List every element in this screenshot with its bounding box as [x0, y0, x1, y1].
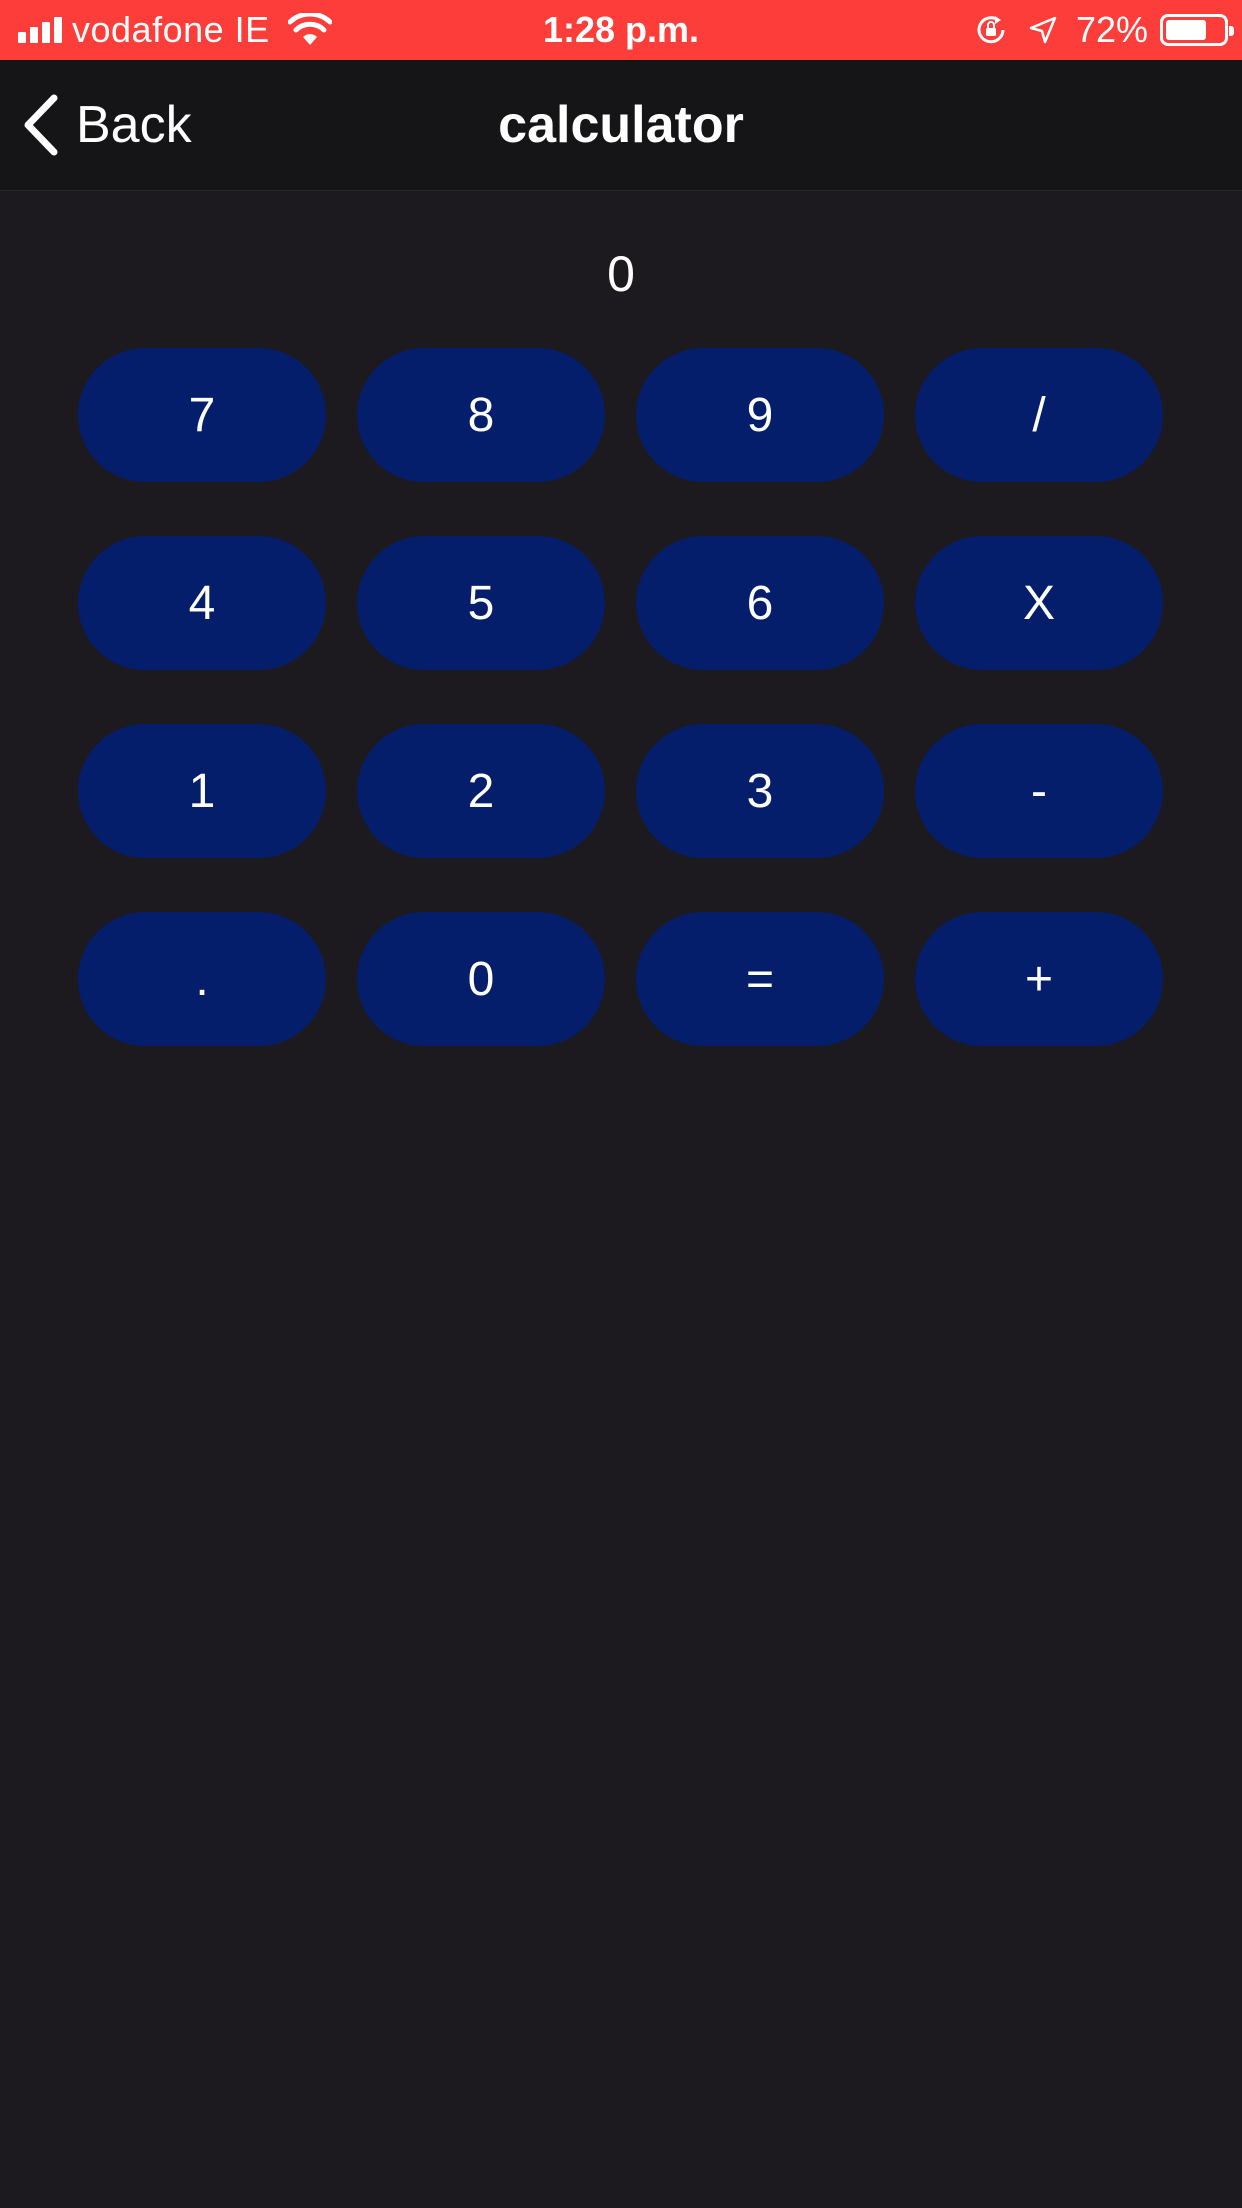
- key-8-button[interactable]: 8: [357, 348, 605, 482]
- battery-percent: 72%: [1075, 9, 1148, 50]
- battery-level: [1166, 20, 1206, 40]
- key-9-button[interactable]: 9: [636, 348, 884, 482]
- key-1-button[interactable]: 1: [78, 724, 326, 858]
- battery-nub: [1229, 26, 1234, 36]
- key-3-button[interactable]: 3: [636, 724, 884, 858]
- back-label: Back: [76, 96, 192, 154]
- key-equals-button[interactable]: =: [636, 912, 884, 1046]
- battery-icon: [1160, 14, 1234, 46]
- location-arrow-icon: [1029, 16, 1057, 44]
- key-4-button[interactable]: 4: [78, 536, 326, 670]
- keypad: 7 8 9/ 4 5 6 X 1 2 3-. 0 = +: [78, 348, 1164, 1046]
- navigation-bar: calculator Back: [0, 60, 1242, 191]
- back-button[interactable]: Back: [20, 60, 192, 190]
- key-5-button[interactable]: 5: [357, 536, 605, 670]
- key-7-button[interactable]: 7: [78, 348, 326, 482]
- key-subtract-button[interactable]: -: [915, 724, 1163, 858]
- key-add-button[interactable]: +: [915, 912, 1163, 1046]
- rotation-lock-icon: [977, 16, 1005, 44]
- key-2-button[interactable]: 2: [357, 724, 605, 858]
- key-0-button[interactable]: 0: [357, 912, 605, 1046]
- chevron-left-icon: [24, 94, 58, 156]
- key-divide-button[interactable]: /: [915, 348, 1163, 482]
- status-bar: vodafone IE 1:28 p.m. 72%: [0, 0, 1242, 60]
- status-right: 72%: [974, 0, 1234, 60]
- calculator-display: 0: [607, 246, 635, 302]
- key-decimal-button[interactable]: .: [78, 912, 326, 1046]
- key-6-button[interactable]: 6: [636, 536, 884, 670]
- key-multiply-button[interactable]: X: [915, 536, 1163, 670]
